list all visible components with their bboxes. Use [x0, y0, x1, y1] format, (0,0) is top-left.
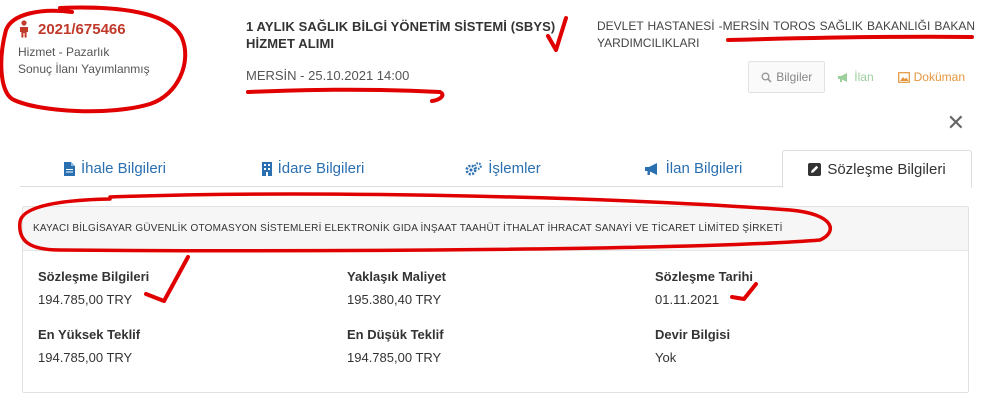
search-icon [761, 72, 772, 83]
organization-block: DEVLET HASTANESİ -MERSİN TOROS SAĞLIK BA… [597, 18, 975, 52]
field-estimated-cost: Yaklaşık Maliyet 195.380,40 TRY [347, 269, 607, 307]
dokuman-button[interactable]: Doküman [886, 61, 977, 93]
field-label: En Yüksek Teklif [38, 327, 141, 342]
field-label: Yaklaşık Maliyet [347, 269, 447, 284]
bilgiler-button[interactable]: Bilgiler [748, 61, 826, 93]
tender-location-date: MERSİN - 25.10.2021 14:00 [246, 68, 410, 83]
ilan-button[interactable]: İlan [825, 61, 885, 93]
field-value: 194.785,00 TRY [347, 350, 442, 365]
bullhorn-icon [838, 72, 848, 82]
action-buttons: Bilgiler İlan Doküman [748, 61, 977, 93]
tender-summary: 2021/675466 Hizmet - Pazarlık Sonuç İlan… [18, 20, 228, 78]
underline-annotation [246, 87, 445, 103]
contract-panel: KAYACI BİLGİSAYAR GÜVENLİK OTOMASYON SİS… [22, 206, 969, 393]
field-label: Sözleşme Bilgileri [38, 269, 150, 284]
building-icon [261, 161, 272, 176]
organization-name: DEVLET HASTANESİ -MERSİN TOROS SAĞLIK BA… [597, 19, 975, 50]
tab-label: İhale Bilgileri [80, 160, 167, 177]
field-value: 01.11.2021 [655, 292, 720, 307]
bilgiler-label: Bilgiler [776, 70, 813, 84]
tab-bar: İhale Bilgileri İdare Bilgileri İşlemler… [20, 150, 972, 188]
tab-ihale-bilgileri[interactable]: İhale Bilgileri [20, 150, 210, 187]
tab-sozlesme-bilgileri[interactable]: Sözleşme Bilgileri [782, 150, 972, 188]
tab-label: Sözleşme Bilgileri [827, 160, 946, 178]
tender-title: 1 AYLIK SAĞLIK BİLGİ YÖNETİM SİSTEMİ (SB… [246, 19, 556, 51]
image-icon [897, 71, 910, 83]
tab-islemler[interactable]: İşlemler [408, 150, 598, 187]
field-contract-info: Sözleşme Bilgileri 194.785,00 TRY [38, 269, 298, 307]
tender-title-block: 1 AYLIK SAĞLIK BİLGİ YÖNETİM SİSTEMİ (SB… [246, 18, 566, 83]
field-label: En Düşük Teklif [347, 327, 444, 342]
tab-label: İdare Bilgileri [277, 160, 365, 177]
file-icon [63, 161, 75, 176]
tender-type: Hizmet - Pazarlık [18, 45, 110, 59]
field-highest-bid: En Yüksek Teklif 194.785,00 TRY [38, 327, 298, 365]
tender-number-row: 2021/675466 [18, 20, 228, 38]
field-value: Yok [655, 350, 677, 365]
field-value: 195.380,40 TRY [347, 292, 442, 307]
tender-number: 2021/675466 [38, 20, 126, 38]
tab-ilan-bilgileri[interactable]: İlan Bilgileri [598, 150, 788, 187]
tab-label: İlan Bilgileri [665, 160, 743, 177]
bullhorn-icon [644, 162, 657, 175]
field-value: 194.785,00 TRY [38, 350, 133, 365]
field-lowest-bid: En Düşük Teklif 194.785,00 TRY [347, 327, 607, 365]
close-icon[interactable]: ✕ [947, 112, 965, 134]
dokuman-label: Doküman [913, 70, 965, 84]
field-value: 194.785,00 TRY [38, 292, 133, 307]
field-label: Devir Bilgisi [655, 327, 731, 342]
tender-status: Sonuç İlanı Yayımlanmış [18, 62, 150, 76]
field-transfer-info: Devir Bilgisi Yok [655, 327, 915, 365]
company-name: KAYACI BİLGİSAYAR GÜVENLİK OTOMASYON SİS… [23, 207, 968, 251]
tab-label: İşlemler [488, 160, 541, 177]
ilan-label: İlan [854, 70, 874, 84]
edit-icon [808, 162, 822, 176]
tab-idare-bilgileri[interactable]: İdare Bilgileri [218, 150, 408, 187]
gears-icon [465, 161, 483, 175]
person-icon [20, 20, 28, 38]
field-contract-date: Sözleşme Tarihi 01.11.2021 [655, 269, 915, 307]
field-label: Sözleşme Tarihi [655, 269, 754, 284]
